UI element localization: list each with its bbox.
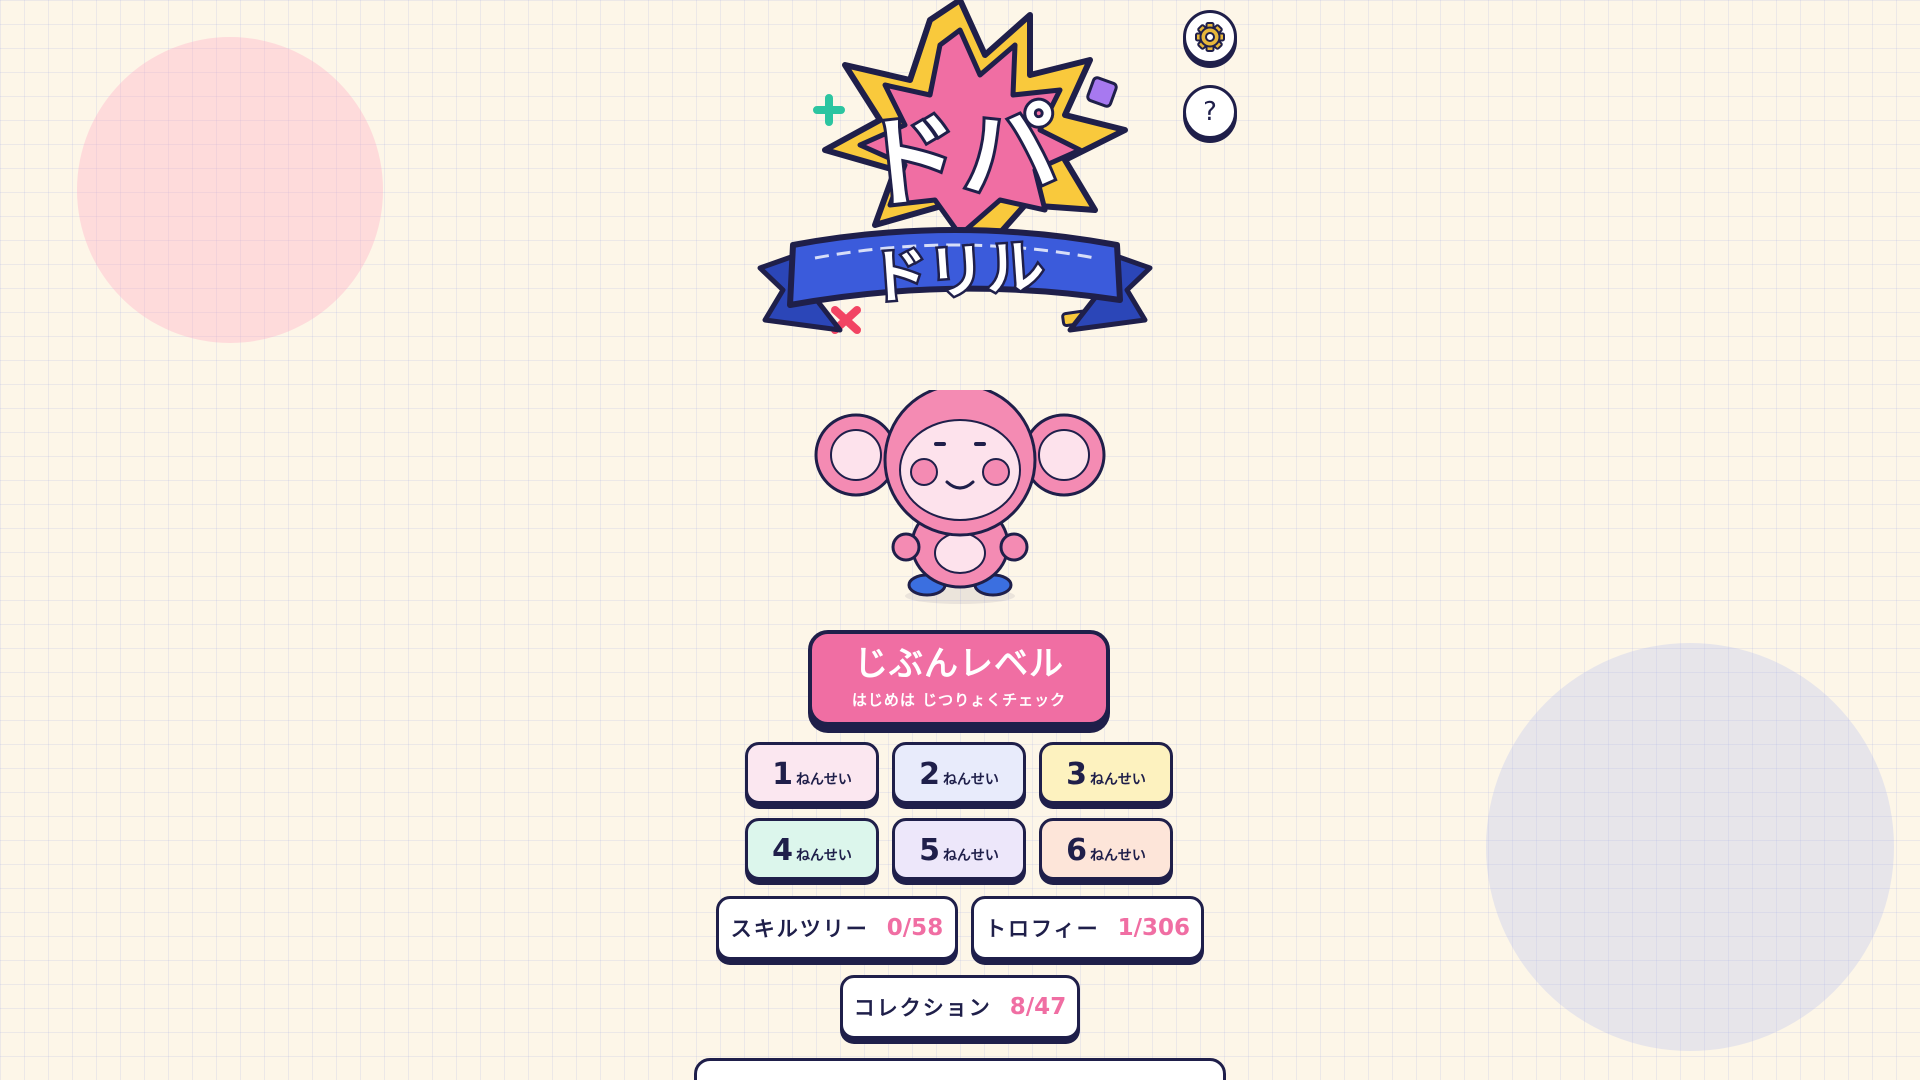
grade-number: 3: [1066, 757, 1087, 792]
grade-suffix: ねんせい: [795, 848, 852, 864]
gear-icon: [1195, 22, 1225, 52]
collection-button[interactable]: コレクション 8/47: [840, 975, 1080, 1039]
bottom-card[interactable]: [694, 1058, 1226, 1080]
grade-number: 4: [772, 833, 793, 868]
game-logo: ドパ ドリル: [745, 0, 1165, 345]
help-button[interactable]: ?: [1183, 85, 1237, 139]
grade-3-button[interactable]: 3 ねんせい: [1039, 742, 1173, 804]
trophy-count: 1/306: [1117, 915, 1190, 941]
my-level-button[interactable]: じぶんレベル はじめは じつりょくチェック: [808, 630, 1110, 726]
help-icon: ?: [1203, 97, 1217, 127]
skill-tree-count: 0/58: [886, 915, 944, 941]
trophy-button[interactable]: トロフィー 1/306: [971, 896, 1204, 960]
grade-1-button[interactable]: 1 ねんせい: [745, 742, 879, 804]
logo-title-ribbon: ドリル: [868, 232, 1046, 312]
grade-number: 2: [919, 757, 940, 792]
my-level-title: じぶんレベル: [854, 643, 1064, 684]
collection-count: 8/47: [1009, 994, 1067, 1020]
grade-suffix: ねんせい: [1089, 848, 1146, 864]
skill-tree-label: スキルツリー: [730, 917, 869, 941]
decorative-blue-circle: [1486, 643, 1894, 1051]
grade-4-button[interactable]: 4 ねんせい: [745, 818, 879, 880]
mascot-character: [810, 390, 1110, 610]
grade-6-button[interactable]: 6 ねんせい: [1039, 818, 1173, 880]
grade-number: 5: [919, 833, 940, 868]
grade-5-button[interactable]: 5 ねんせい: [892, 818, 1026, 880]
collection-label: コレクション: [853, 996, 992, 1020]
skill-tree-button[interactable]: スキルツリー 0/58: [716, 896, 958, 960]
decorative-pink-circle: [77, 37, 383, 343]
grade-number: 6: [1066, 833, 1087, 868]
grade-suffix: ねんせい: [942, 772, 999, 788]
grade-number: 1: [772, 757, 793, 792]
settings-button[interactable]: [1183, 10, 1237, 64]
grade-suffix: ねんせい: [1089, 772, 1146, 788]
grade-suffix: ねんせい: [795, 772, 852, 788]
grade-suffix: ねんせい: [942, 848, 999, 864]
trophy-label: トロフィー: [984, 917, 1100, 941]
grade-2-button[interactable]: 2 ねんせい: [892, 742, 1026, 804]
logo-title-top: ドパ: [856, 90, 1063, 224]
my-level-subtitle: はじめは じつりょくチェック: [851, 691, 1067, 710]
